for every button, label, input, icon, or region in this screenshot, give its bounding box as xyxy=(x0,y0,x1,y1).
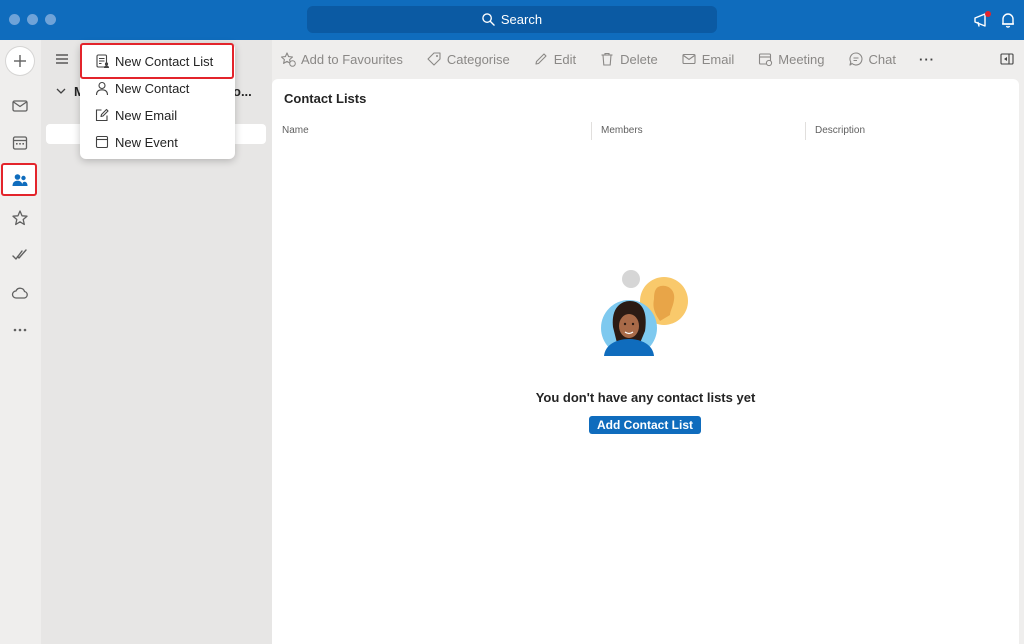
star-add-icon xyxy=(280,52,296,67)
search-box[interactable]: Search xyxy=(307,6,717,33)
more-actions-button[interactable]: ··· xyxy=(919,52,935,67)
folder-group-name-truncated: o... xyxy=(233,84,252,99)
minimize-window-button[interactable] xyxy=(27,14,38,25)
chevron-down-icon[interactable] xyxy=(55,86,67,96)
navigation-rail xyxy=(0,40,41,644)
empty-state-message: You don't have any contact lists yet xyxy=(535,390,756,405)
bell-icon[interactable] xyxy=(998,10,1018,30)
column-header-members[interactable]: Members xyxy=(601,125,643,136)
search-icon xyxy=(482,13,495,26)
trash-icon xyxy=(601,52,613,66)
menu-item-new-email[interactable]: New Email xyxy=(80,102,235,128)
plus-icon xyxy=(14,55,26,67)
column-divider[interactable] xyxy=(591,122,592,140)
people-icon[interactable] xyxy=(10,170,30,190)
edit-button[interactable]: Edit xyxy=(533,51,576,67)
chat-icon xyxy=(848,52,863,66)
column-header-name[interactable]: Name xyxy=(282,125,309,136)
categorise-button[interactable]: Categorise xyxy=(426,51,510,67)
mail-icon[interactable] xyxy=(10,96,30,116)
add-contact-list-button[interactable]: Add Contact List xyxy=(589,416,701,434)
notification-dot xyxy=(985,11,991,17)
contact-lists-view: Contact Lists Name Members Description Y… xyxy=(272,79,1019,644)
empty-state-illustration xyxy=(601,270,688,356)
chat-button[interactable]: Chat xyxy=(848,51,896,67)
mail-icon xyxy=(682,53,696,65)
calendar-icon xyxy=(759,53,773,67)
delete-button[interactable]: Delete xyxy=(599,51,658,67)
pencil-icon xyxy=(535,53,547,65)
new-item-button[interactable] xyxy=(6,47,34,75)
tag-icon xyxy=(427,52,441,66)
zoom-window-button[interactable] xyxy=(45,14,56,25)
calendar-icon[interactable] xyxy=(10,133,30,153)
search-label: Search xyxy=(500,12,543,27)
menu-item-new-event[interactable]: New Event xyxy=(80,129,235,155)
new-contact-list-highlight xyxy=(80,43,234,79)
column-header-description[interactable]: Description xyxy=(815,125,865,136)
email-button[interactable]: Email xyxy=(681,51,734,67)
toolbar: Add to Favourites Categorise Edit Delete… xyxy=(272,45,1024,73)
star-icon[interactable] xyxy=(10,208,30,228)
more-icon[interactable] xyxy=(10,320,30,340)
close-window-button[interactable] xyxy=(9,14,20,25)
cloud-icon[interactable] xyxy=(10,283,30,303)
column-divider[interactable] xyxy=(805,122,806,140)
calendar-icon xyxy=(95,135,109,149)
person-icon xyxy=(95,81,109,96)
hamburger-menu-icon[interactable] xyxy=(54,52,70,66)
reading-pane-toggle-icon[interactable] xyxy=(999,51,1015,67)
meeting-button[interactable]: Meeting xyxy=(757,51,825,67)
tasks-icon[interactable] xyxy=(10,245,30,265)
page-title: Contact Lists xyxy=(284,91,367,106)
title-bar: Search xyxy=(0,0,1024,40)
add-to-favourites-button[interactable]: Add to Favourites xyxy=(280,51,403,67)
compose-icon xyxy=(95,108,109,122)
